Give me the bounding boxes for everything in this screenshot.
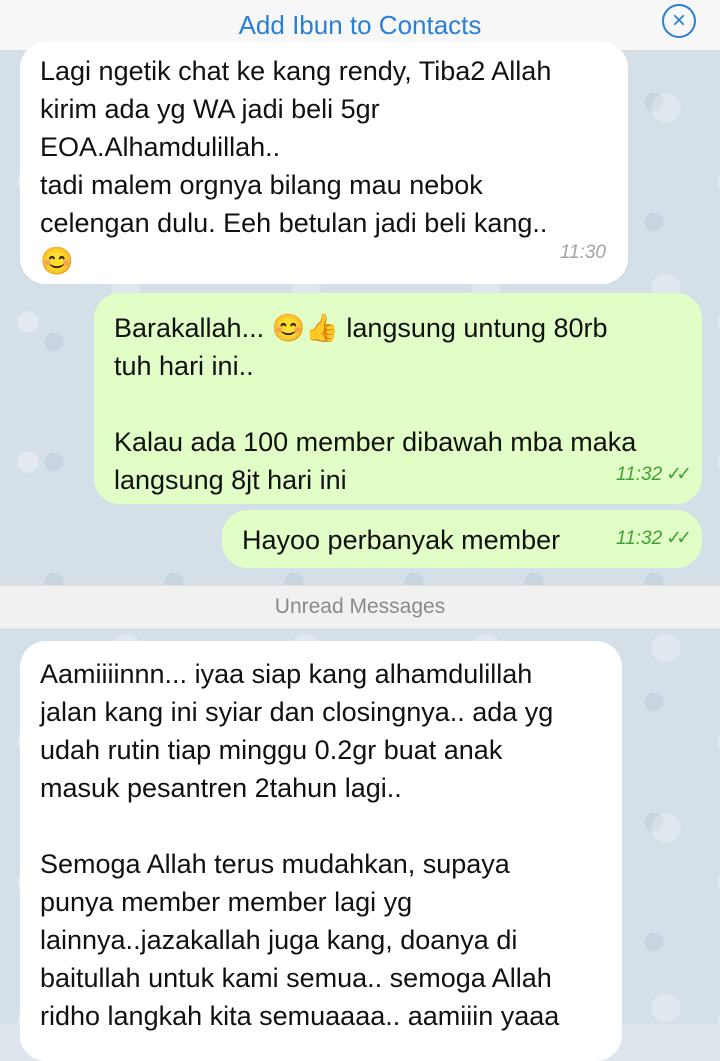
message-bubble-outgoing[interactable]: Hayoo perbanyak member 11:32 ✓✓ bbox=[222, 510, 702, 568]
add-to-contacts-link[interactable]: Add Ibun to Contacts bbox=[239, 10, 482, 41]
message-bubble-incoming[interactable]: Lagi ngetik chat ke kang rendy, Tiba2 Al… bbox=[20, 42, 628, 284]
close-icon[interactable]: × bbox=[662, 4, 696, 38]
message-bubble-outgoing[interactable]: Barakallah... 😊👍 langsung untung 80rb tu… bbox=[94, 293, 702, 504]
read-checkmark-icon: ✓✓ bbox=[666, 528, 692, 549]
message-text: Aamiiiinnn... iyaa siap kang alhamdulill… bbox=[40, 659, 560, 1031]
message-status: 11:32 ✓✓ bbox=[616, 456, 692, 494]
unread-messages-divider: Unread Messages bbox=[0, 585, 720, 629]
message-status: 11:32 ✓✓ bbox=[616, 520, 692, 558]
message-bubble-incoming[interactable]: Aamiiiinnn... iyaa siap kang alhamdulill… bbox=[20, 641, 622, 1061]
message-text: Barakallah... 😊👍 langsung untung 80rb tu… bbox=[114, 313, 637, 495]
message-time: 11:32 bbox=[616, 464, 663, 485]
read-checkmark-icon: ✓✓ bbox=[666, 464, 692, 485]
message-time: 11:30 bbox=[559, 242, 606, 263]
message-text: Lagi ngetik chat ke kang rendy, Tiba2 Al… bbox=[40, 56, 552, 276]
message-time: 11:32 bbox=[616, 528, 663, 549]
